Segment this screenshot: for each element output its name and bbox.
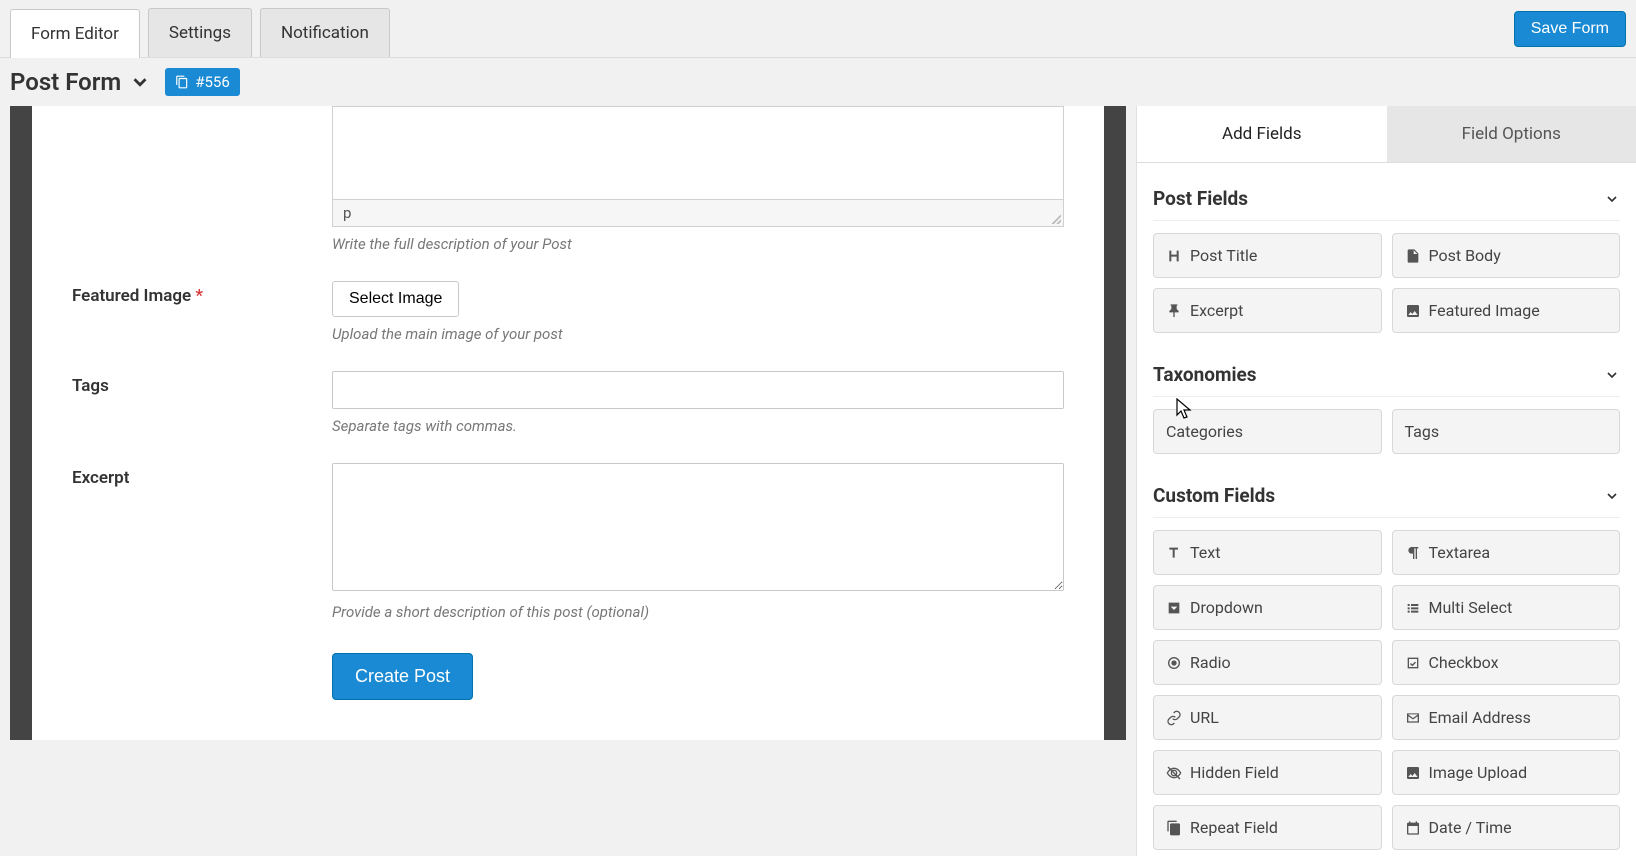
group-header-custom-fields[interactable]: Custom Fields bbox=[1153, 474, 1620, 518]
save-form-button[interactable]: Save Form bbox=[1514, 11, 1626, 47]
excerpt-label: Excerpt bbox=[72, 463, 332, 621]
post-body-editor[interactable] bbox=[332, 106, 1064, 200]
form-type-label: Post Form bbox=[10, 68, 121, 96]
chevron-down-icon bbox=[1604, 367, 1620, 383]
excerpt-help: Provide a short description of this post… bbox=[332, 603, 1064, 621]
field-radio[interactable]: Radio bbox=[1153, 640, 1382, 685]
image-icon bbox=[1405, 303, 1421, 319]
resize-handle-icon[interactable] bbox=[1049, 212, 1061, 224]
top-tabs: Form Editor Settings Notification bbox=[10, 0, 390, 57]
field-tags[interactable]: Tags bbox=[1392, 409, 1621, 454]
chip-label: Textarea bbox=[1429, 543, 1491, 562]
rte-path: p bbox=[343, 204, 351, 222]
tab-settings[interactable]: Settings bbox=[148, 8, 252, 57]
group-title: Post Fields bbox=[1153, 187, 1248, 210]
form-id-text: #556 bbox=[195, 73, 230, 91]
group-title: Custom Fields bbox=[1153, 484, 1275, 507]
field-post-title[interactable]: Post Title bbox=[1153, 233, 1382, 278]
tags-input[interactable] bbox=[332, 371, 1064, 409]
chip-label: Repeat Field bbox=[1190, 818, 1278, 837]
tags-label: Tags bbox=[72, 371, 332, 435]
text-icon bbox=[1166, 545, 1182, 561]
chevron-down-icon bbox=[129, 71, 151, 93]
pin-icon bbox=[1166, 303, 1182, 319]
field-dropdown[interactable]: Dropdown bbox=[1153, 585, 1382, 630]
link-icon bbox=[1166, 710, 1182, 726]
checkbox-icon bbox=[1405, 655, 1421, 671]
excerpt-textarea[interactable] bbox=[332, 463, 1064, 591]
featured-image-label: Featured Image * bbox=[72, 281, 332, 343]
sidebar-tab-add-fields[interactable]: Add Fields bbox=[1137, 106, 1387, 162]
sub-bar: Post Form #556 bbox=[0, 58, 1636, 106]
group-title: Taxonomies bbox=[1153, 363, 1257, 386]
radio-icon bbox=[1166, 655, 1182, 671]
tab-form-editor[interactable]: Form Editor bbox=[10, 9, 140, 58]
field-textarea[interactable]: Textarea bbox=[1392, 530, 1621, 575]
eye-slash-icon bbox=[1166, 765, 1182, 781]
required-asterisk: * bbox=[195, 286, 203, 306]
tab-notification[interactable]: Notification bbox=[260, 8, 390, 57]
chip-label: Dropdown bbox=[1190, 598, 1263, 617]
envelope-icon bbox=[1405, 710, 1421, 726]
top-bar: Form Editor Settings Notification Save F… bbox=[0, 0, 1636, 58]
chip-label: Radio bbox=[1190, 653, 1231, 672]
chevron-down-icon bbox=[1604, 488, 1620, 504]
featured-image-help: Upload the main image of your post bbox=[332, 325, 1064, 343]
image-icon bbox=[1405, 765, 1421, 781]
field-date-time[interactable]: Date / Time bbox=[1392, 805, 1621, 850]
chevron-down-icon bbox=[1604, 191, 1620, 207]
chip-label: Tags bbox=[1405, 422, 1440, 441]
list-icon bbox=[1405, 600, 1421, 616]
rte-status-bar: p bbox=[332, 200, 1064, 227]
chip-label: Image Upload bbox=[1429, 763, 1528, 782]
copy-icon bbox=[1166, 820, 1182, 836]
select-image-button[interactable]: Select Image bbox=[332, 281, 459, 317]
field-featured-image[interactable]: Featured Image bbox=[1392, 288, 1621, 333]
tags-help: Separate tags with commas. bbox=[332, 417, 1064, 435]
editor-scroll[interactable]: p Write the full description of your Pos… bbox=[0, 106, 1136, 856]
body-help-text: Write the full description of your Post bbox=[332, 235, 1064, 253]
chip-label: Post Title bbox=[1190, 246, 1257, 265]
group-header-post-fields[interactable]: Post Fields bbox=[1153, 177, 1620, 221]
sidebar-body[interactable]: Post Fields Post Title Post Body Excerpt bbox=[1137, 163, 1636, 856]
calendar-icon bbox=[1405, 820, 1421, 836]
field-repeat[interactable]: Repeat Field bbox=[1153, 805, 1382, 850]
chip-label: Date / Time bbox=[1429, 818, 1512, 837]
form-id-badge[interactable]: #556 bbox=[165, 68, 240, 96]
field-categories[interactable]: Categories bbox=[1153, 409, 1382, 454]
chip-label: Checkbox bbox=[1429, 653, 1499, 672]
chip-label: URL bbox=[1190, 708, 1219, 727]
field-checkbox[interactable]: Checkbox bbox=[1392, 640, 1621, 685]
chip-label: Email Address bbox=[1429, 708, 1531, 727]
group-header-taxonomies[interactable]: Taxonomies bbox=[1153, 353, 1620, 397]
chip-label: Categories bbox=[1166, 422, 1243, 441]
document-icon bbox=[1405, 248, 1421, 264]
field-multi-select[interactable]: Multi Select bbox=[1392, 585, 1621, 630]
field-text[interactable]: Text bbox=[1153, 530, 1382, 575]
sidebar-tab-field-options[interactable]: Field Options bbox=[1387, 106, 1636, 162]
field-url[interactable]: URL bbox=[1153, 695, 1382, 740]
dropdown-icon bbox=[1166, 600, 1182, 616]
chip-label: Featured Image bbox=[1429, 301, 1540, 320]
chip-label: Hidden Field bbox=[1190, 763, 1279, 782]
chip-label: Post Body bbox=[1429, 246, 1501, 265]
field-email[interactable]: Email Address bbox=[1392, 695, 1621, 740]
field-hidden[interactable]: Hidden Field bbox=[1153, 750, 1382, 795]
form-type-dropdown[interactable]: Post Form bbox=[10, 68, 151, 96]
sidebar: Add Fields Field Options Post Fields Pos… bbox=[1136, 106, 1636, 856]
heading-icon bbox=[1166, 248, 1182, 264]
field-image-upload[interactable]: Image Upload bbox=[1392, 750, 1621, 795]
create-post-button[interactable]: Create Post bbox=[332, 653, 473, 700]
copy-icon bbox=[175, 75, 189, 89]
field-post-body[interactable]: Post Body bbox=[1392, 233, 1621, 278]
chip-label: Text bbox=[1190, 543, 1220, 562]
field-excerpt[interactable]: Excerpt bbox=[1153, 288, 1382, 333]
paragraph-icon bbox=[1405, 545, 1421, 561]
sidebar-tabs: Add Fields Field Options bbox=[1137, 106, 1636, 163]
chip-label: Multi Select bbox=[1429, 598, 1513, 617]
chip-label: Excerpt bbox=[1190, 301, 1243, 320]
